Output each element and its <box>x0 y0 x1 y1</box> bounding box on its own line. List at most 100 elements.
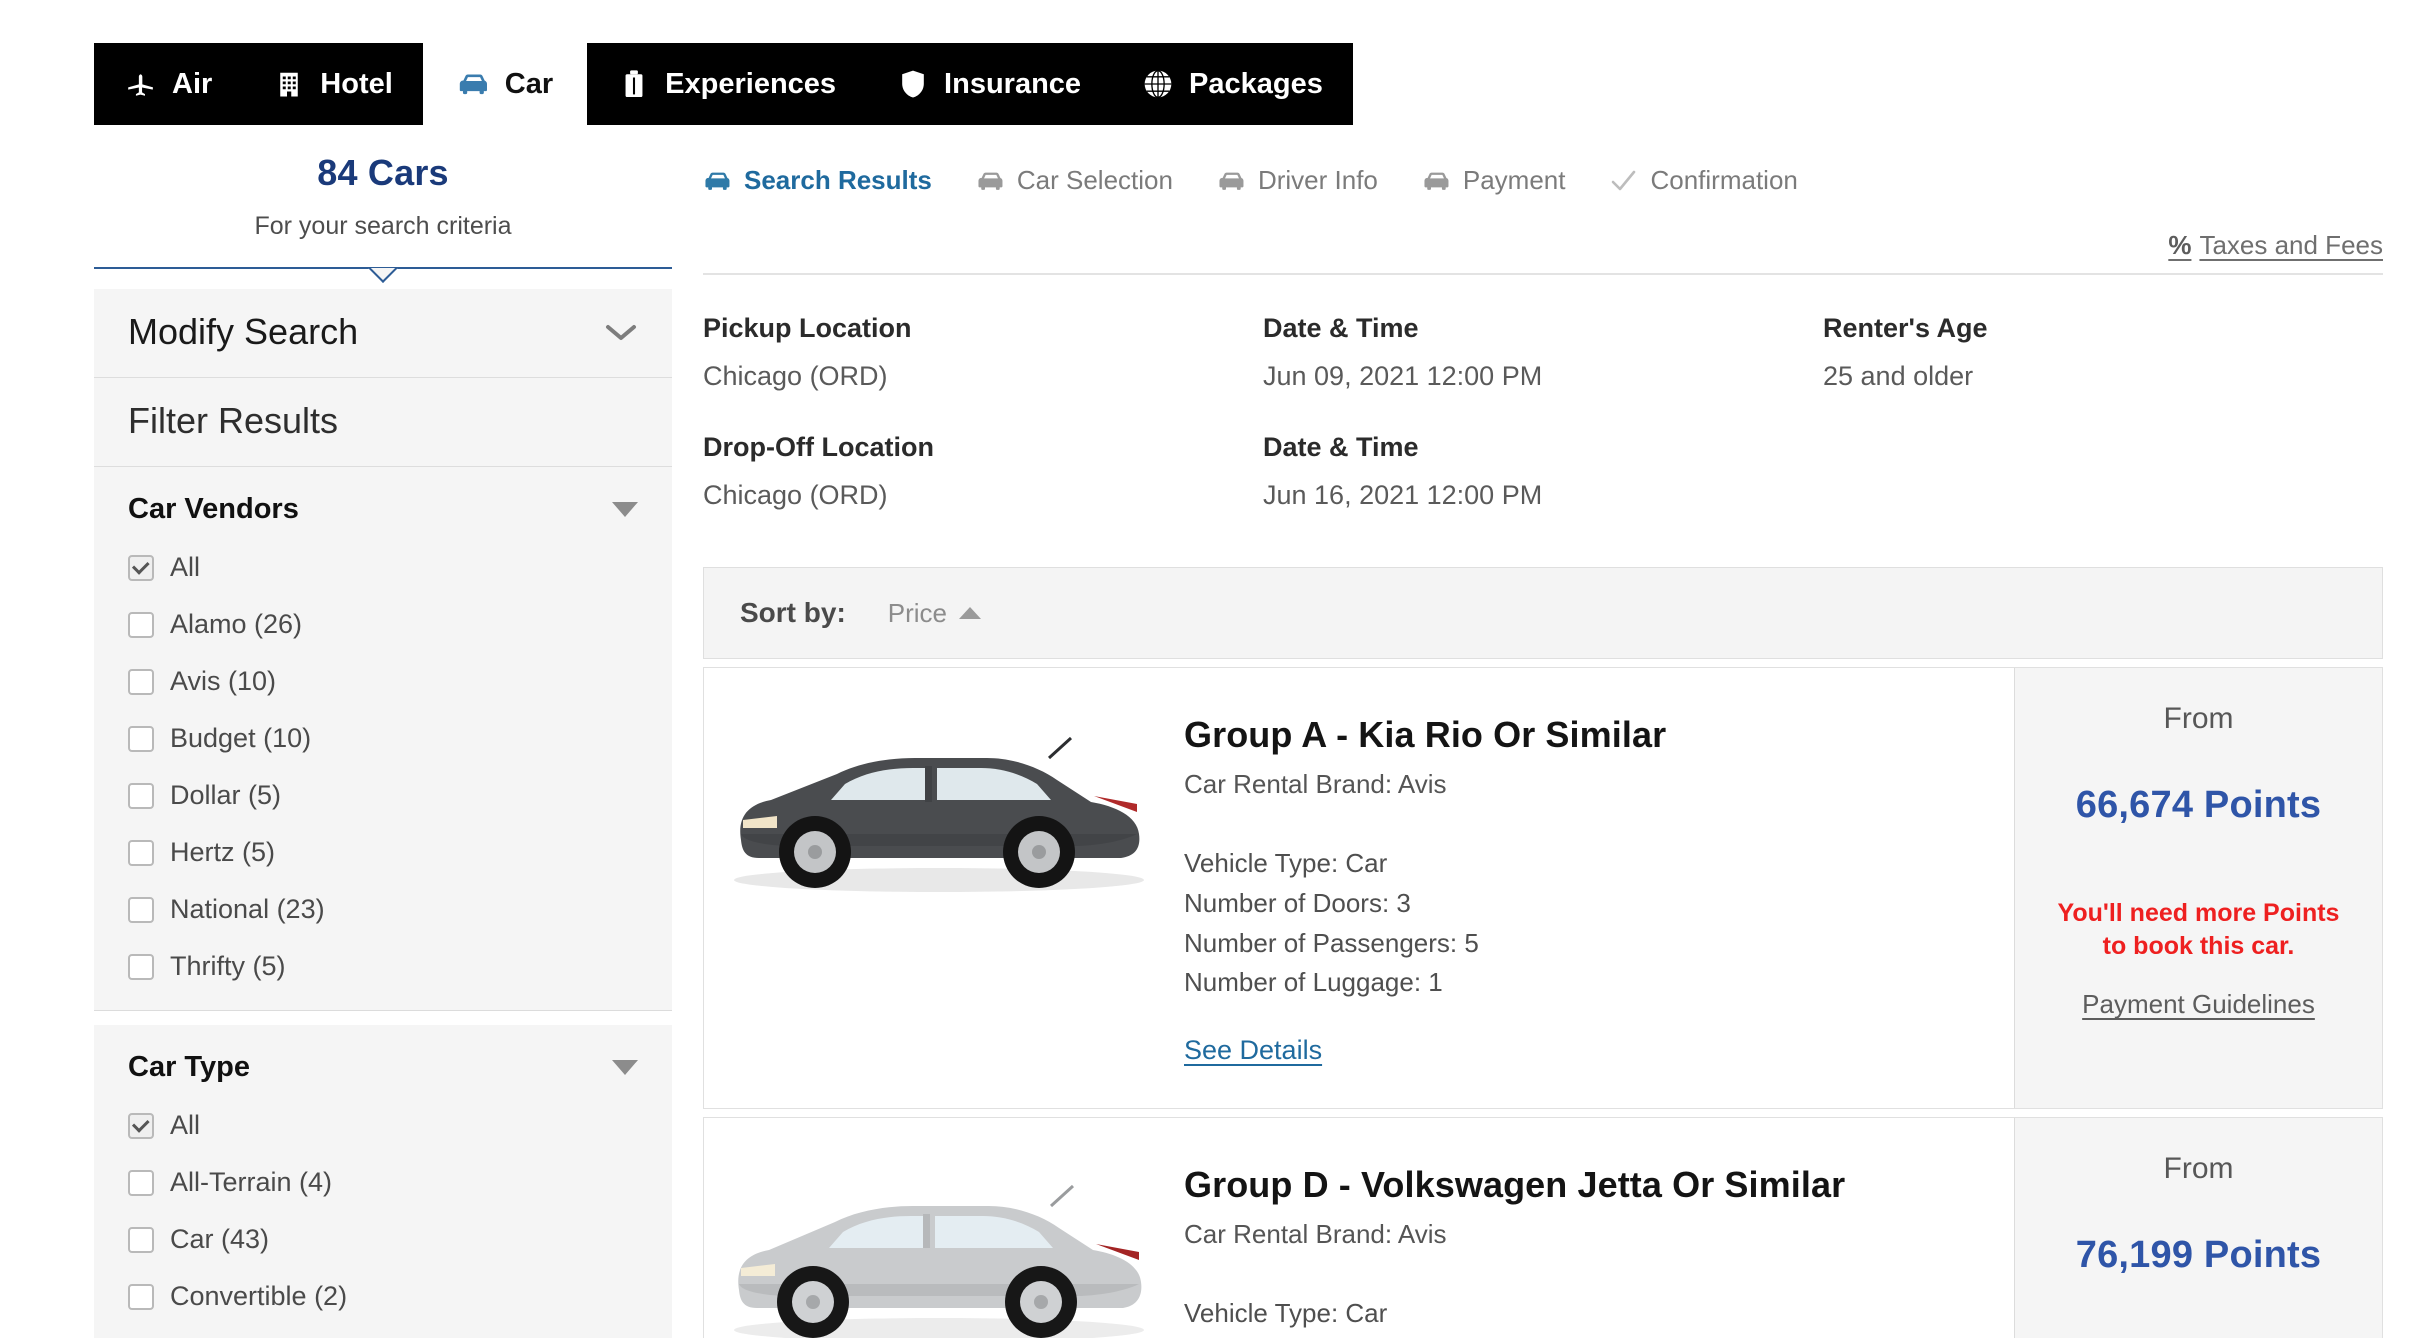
filter-option-label: National (23) <box>170 894 325 924</box>
checkbox[interactable] <box>128 611 154 638</box>
results-count: 84 Cars <box>317 152 449 193</box>
filter-option-label: Avis (10) <box>170 666 277 696</box>
checkbox[interactable] <box>128 725 154 752</box>
results-count-subtitle: For your search criteria <box>254 212 512 240</box>
checkbox[interactable] <box>128 554 154 581</box>
check-icon <box>1609 169 1639 193</box>
car-result-card[interactable]: Group D - Volkswagen Jetta Or Similar Ca… <box>703 1117 2383 1338</box>
see-details-link[interactable]: See Details <box>1184 1035 1322 1066</box>
step-car-selection[interactable]: Car Selection <box>976 165 1173 196</box>
pickup-location-label: Pickup Location <box>703 313 912 343</box>
car-price-panel: From 66,674 Points You'll need more Poin… <box>2014 668 2382 1108</box>
renter-age-label: Renter's Age <box>1823 313 1988 343</box>
filter-option-national[interactable]: National (23) <box>128 894 638 925</box>
car-icon <box>1422 169 1452 193</box>
step-label: Driver Info <box>1257 165 1378 195</box>
checkbox[interactable] <box>128 1169 154 1196</box>
checkbox[interactable] <box>128 1283 154 1310</box>
filter-results-label: Filter Results <box>128 400 339 441</box>
dropoff-location-value: Chicago (ORD) <box>703 480 888 510</box>
filter-option-dollar[interactable]: Dollar (5) <box>128 780 638 811</box>
step-payment[interactable]: Payment <box>1422 165 1566 196</box>
car-spec-passengers: Number of Passengers: 5 <box>1184 927 1479 958</box>
nav-item-air[interactable]: Air <box>94 43 242 125</box>
nav-item-packages[interactable]: Packages <box>1111 43 1353 125</box>
filter-option-thrifty[interactable]: Thrifty (5) <box>128 951 638 982</box>
checkbox[interactable] <box>128 953 154 980</box>
taxes-and-fees-link[interactable]: % Taxes and Fees <box>2168 230 2383 261</box>
car-title: Group D - Volkswagen Jetta Or Similar <box>1184 1164 1846 1205</box>
filter-option-convertible[interactable]: Convertible (2) <box>128 1281 638 1312</box>
checkbox[interactable] <box>128 668 154 695</box>
renter-age-cell: Renter's Age 25 and older <box>1823 313 2383 402</box>
step-driver-info[interactable]: Driver Info <box>1217 165 1378 196</box>
filter-option-label: Dollar (5) <box>170 780 282 810</box>
filter-option-budget[interactable]: Budget (10) <box>128 723 638 754</box>
filter-results-panel[interactable]: Filter Results <box>94 378 672 467</box>
modify-search-panel[interactable]: Modify Search <box>94 289 672 378</box>
filter-option-alamo[interactable]: Alamo (26) <box>128 609 638 640</box>
car-icon <box>1217 169 1247 193</box>
step-search-results[interactable]: Search Results <box>703 165 932 196</box>
nav-group-left: Air Hotel <box>94 43 423 125</box>
insufficient-points-warning: You'll need more Points to book this car… <box>2057 899 2340 960</box>
filter-option-avis[interactable]: Avis (10) <box>128 666 638 697</box>
step-confirmation[interactable]: Confirmation <box>1609 165 1798 196</box>
payment-guidelines-link[interactable]: Payment Guidelines <box>2082 989 2315 1020</box>
checkbox[interactable] <box>128 839 154 866</box>
pickup-location-value: Chicago (ORD) <box>703 361 888 391</box>
taxes-and-fees-row: % Taxes and Fees <box>703 230 2383 261</box>
pickup-datetime-label: Date & Time <box>1263 313 1419 343</box>
globe-icon <box>1141 67 1175 101</box>
checkbox[interactable] <box>128 1226 154 1253</box>
nav-group-right: Experiences Insurance Packages <box>587 43 1353 125</box>
dropoff-datetime-cell: Date & Time Jun 16, 2021 12:00 PM <box>1263 432 1823 521</box>
nav-item-label: Hotel <box>320 67 393 100</box>
renter-age-value: 25 and older <box>1823 361 1974 391</box>
nav-item-car[interactable]: Car <box>422 43 588 125</box>
trip-summary: Pickup Location Chicago (ORD) Date & Tim… <box>703 313 2383 521</box>
nav-item-experiences[interactable]: Experiences <box>587 43 866 125</box>
filter-option-all[interactable]: All <box>128 1110 638 1141</box>
sort-by-label: Sort by: <box>740 597 846 628</box>
checkbox[interactable] <box>128 896 154 923</box>
car-image <box>704 694 1174 1082</box>
airplane-icon <box>124 67 158 101</box>
caret-down-icon[interactable] <box>612 502 638 517</box>
step-label: Confirmation <box>1650 165 1798 195</box>
car-brand: Car Rental Brand: Avis <box>1184 769 1447 799</box>
caret-up-icon[interactable] <box>959 607 982 619</box>
checkbox[interactable] <box>128 782 154 809</box>
sort-by-control[interactable]: Price <box>888 598 982 629</box>
step-label: Search Results <box>744 165 932 195</box>
car-info: Group D - Volkswagen Jetta Or Similar Ca… <box>1174 1144 1845 1338</box>
car-spec-luggage: Number of Luggage: 1 <box>1184 967 1443 998</box>
filter-option-all[interactable]: All <box>128 552 638 583</box>
car-title: Group A - Kia Rio Or Similar <box>1184 714 1667 755</box>
nav-item-label: Car <box>504 67 554 100</box>
checkbox[interactable] <box>128 1112 154 1139</box>
filter-option-hertz[interactable]: Hertz (5) <box>128 837 638 868</box>
filter-option-label: Thrifty (5) <box>170 951 286 981</box>
nav-item-label: Packages <box>1189 67 1323 100</box>
car-specs: Vehicle Type: Car Number of Doors: 3 Num… <box>1184 844 1666 1003</box>
sort-bar: Sort by: Price <box>703 567 2383 659</box>
dropoff-location-label: Drop-Off Location <box>703 432 934 462</box>
shield-icon <box>896 67 930 101</box>
chevron-down-icon[interactable] <box>604 322 638 342</box>
car-icon <box>457 67 491 101</box>
caret-down-icon[interactable] <box>612 1060 638 1075</box>
sidebar: 84 Cars For your search criteria Modify … <box>94 140 672 1338</box>
nav-item-hotel[interactable]: Hotel <box>242 43 423 125</box>
car-spec-vehicle-type: Vehicle Type: Car <box>1184 848 1388 878</box>
filter-option-all-terrain[interactable]: All-Terrain (4) <box>128 1167 638 1198</box>
filter-group-car-vendors: Car Vendors All Alamo (26) Avis (10) Bud… <box>94 467 672 1011</box>
nav-item-insurance[interactable]: Insurance <box>866 43 1111 125</box>
car-result-card[interactable]: Group A - Kia Rio Or Similar Car Rental … <box>703 667 2383 1109</box>
car-spec-doors: Number of Doors: 3 <box>1184 1334 1845 1338</box>
price-points: 66,674 Points <box>2075 784 2322 826</box>
filter-group-title: Car Vendors <box>128 493 299 525</box>
step-label: Payment <box>1462 165 1566 195</box>
filter-option-car[interactable]: Car (43) <box>128 1224 638 1255</box>
filter-option-label: Alamo (26) <box>170 609 303 639</box>
